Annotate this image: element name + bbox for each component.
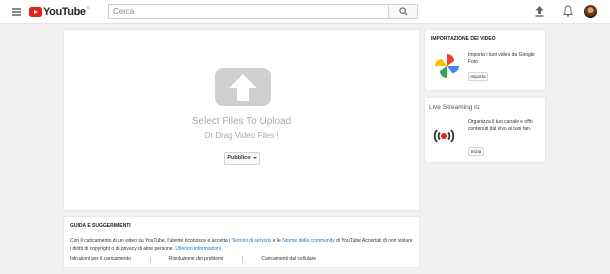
troubleshooting-link[interactable]: Risoluzione dei problemi: [169, 256, 223, 263]
divider: [149, 256, 151, 263]
privacy-label: Pubblico: [227, 155, 251, 161]
community-link[interactable]: Norme della community: [282, 238, 335, 244]
upload-panel: Select Files To Upload Or Drag Video Fil…: [63, 29, 420, 211]
chevron-down-icon: [252, 156, 257, 159]
youtube-play-icon: [29, 7, 42, 17]
select-files-label[interactable]: Select Files To Upload: [64, 116, 419, 127]
import-title: IMPORTAZIONE DEI VIDEO: [431, 36, 496, 42]
live-streaming-panel: Live Streaming IG Organizza il tuo canal…: [424, 97, 546, 163]
avatar[interactable]: [584, 5, 597, 18]
guide-panel: GUIDA E SUGGERIMENTI Con il caricamento …: [63, 216, 420, 268]
logo-text: YouTube: [43, 6, 86, 18]
live-stream-icon: [433, 129, 455, 143]
guide-text-part: Con il caricamento di un video su YouTub…: [70, 238, 232, 244]
cloud-upload-icon[interactable]: [215, 68, 271, 106]
live-streaming-title: Live Streaming IG: [429, 104, 479, 111]
live-beta-tag: IG: [474, 105, 480, 111]
menu-icon[interactable]: [12, 8, 21, 16]
divider: [242, 256, 244, 263]
drag-files-label: Or Drag Video Files !: [204, 131, 279, 140]
bell-icon[interactable]: [563, 5, 573, 17]
import-button[interactable]: Importa: [468, 72, 488, 81]
google-photos-icon: [435, 54, 459, 78]
search-input[interactable]: Cerca: [108, 4, 388, 19]
live-description: Organizza il tuo canale e offri contenut…: [468, 119, 533, 132]
upload-instructions-link[interactable]: Istruzioni per il caricamento: [70, 256, 131, 263]
masthead: YouTube IT Cerca: [0, 0, 610, 24]
live-title-text: Live Streaming: [429, 104, 473, 111]
search-button[interactable]: [388, 4, 418, 19]
guide-text-part: e le: [271, 238, 283, 244]
mobile-uploads-link[interactable]: Caricamenti dal cellulare: [261, 256, 316, 263]
logo-country: IT: [86, 5, 91, 10]
more-info-link[interactable]: Ulteriori informazioni: [175, 246, 221, 252]
guide-title: GUIDA E SUGGERIMENTI: [70, 223, 131, 229]
start-live-button[interactable]: Inizia: [468, 147, 484, 156]
import-description: Importa i tuoi video da Google Foto: [468, 52, 535, 65]
guide-links: Istruzioni per il caricamento Risoluzion…: [70, 256, 316, 263]
terms-link[interactable]: Termini di servizio: [232, 238, 272, 244]
import-panel: IMPORTAZIONE DEI VIDEO Importa i tuoi vi…: [424, 29, 546, 91]
privacy-dropdown[interactable]: Pubblico: [224, 152, 260, 165]
search-icon: [399, 7, 408, 16]
youtube-logo[interactable]: YouTube IT: [29, 5, 90, 19]
guide-text: Con il caricamento di un video su YouTub…: [70, 237, 415, 253]
upload-icon[interactable]: [535, 6, 544, 17]
